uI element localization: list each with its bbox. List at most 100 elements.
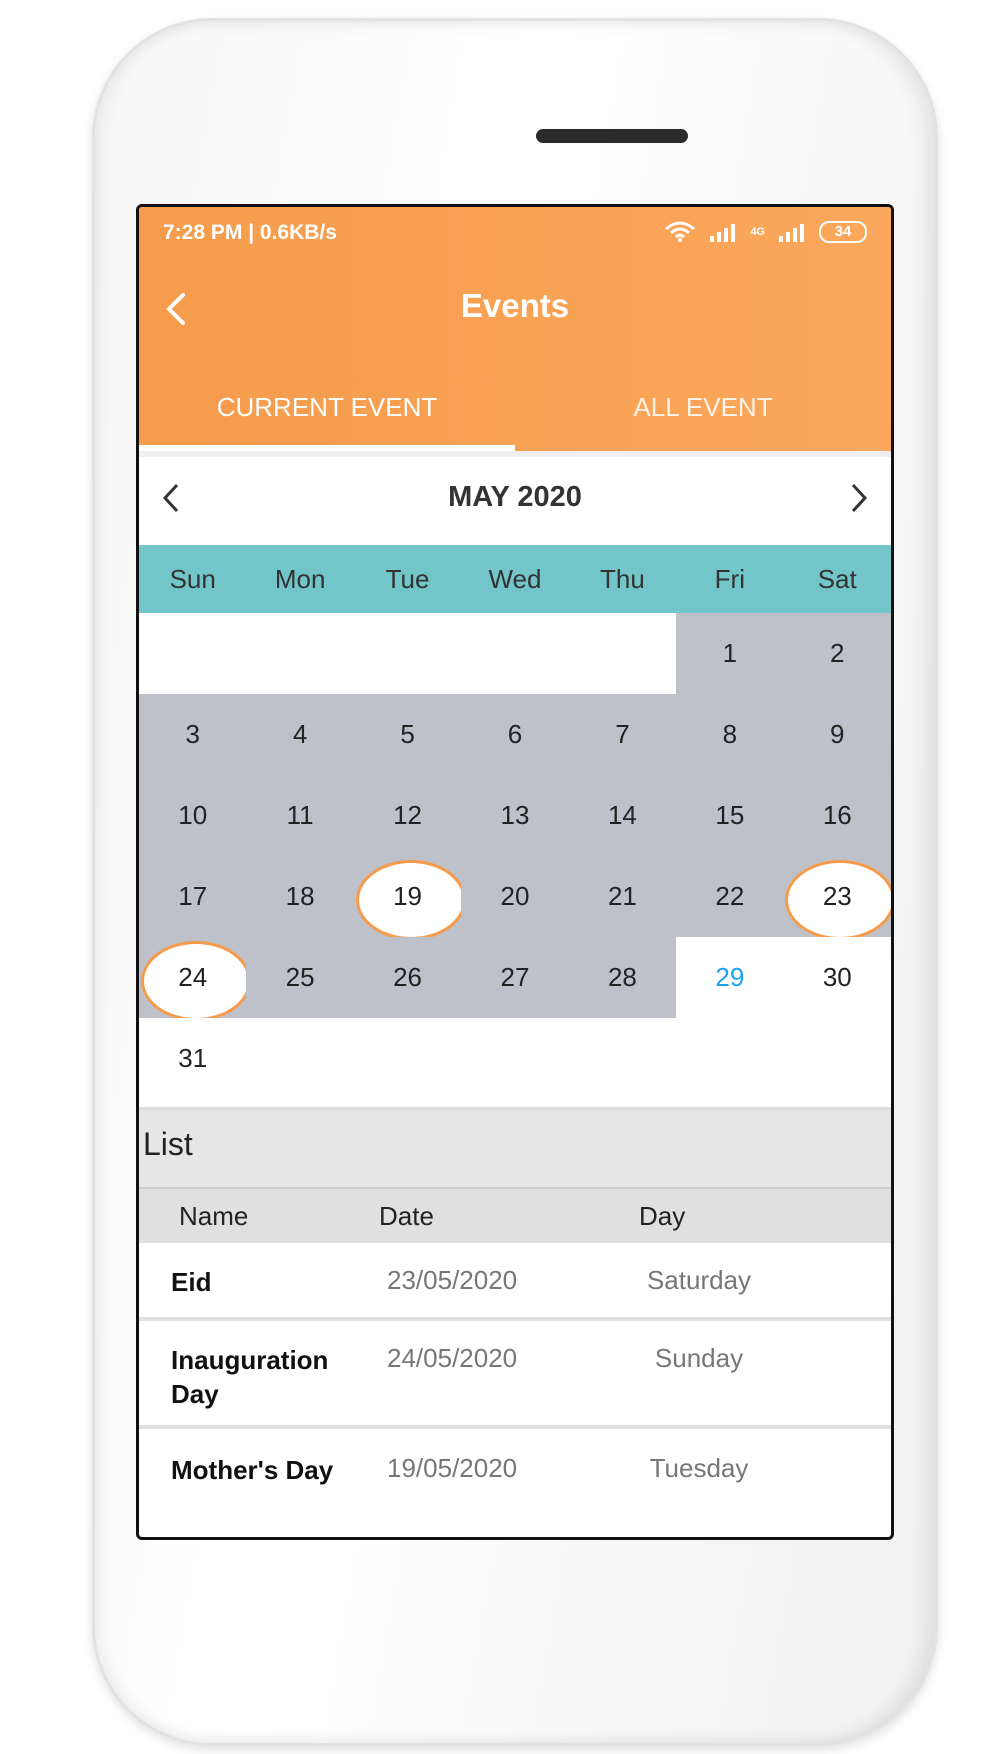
calendar-day-number: 4 — [292, 719, 308, 749]
calendar-day-number: 19 — [393, 881, 423, 911]
calendar-day[interactable]: 30 — [783, 937, 891, 1018]
calendar-day-number: 20 — [500, 881, 530, 911]
calendar-day[interactable]: 1 — [676, 613, 784, 694]
status-bar: 7:28 PM | 0.6KB/s 4G 34 — [163, 221, 867, 251]
calendar-day-number: 3 — [185, 719, 200, 749]
signal-4g-icon — [779, 224, 804, 242]
calendar-day[interactable]: 18 — [246, 856, 354, 937]
list-title: List — [143, 1126, 193, 1162]
event-date: 24/05/2020 — [387, 1343, 518, 1373]
calendar-day[interactable]: 12 — [353, 775, 462, 856]
weekday-label: Wed — [488, 564, 542, 594]
calendar-day-number: 10 — [178, 800, 208, 830]
calendar-day[interactable]: 22 — [676, 856, 784, 937]
calendar-day[interactable]: 26 — [353, 937, 462, 1018]
weekday-label: Fri — [714, 564, 745, 594]
calendar-day-number: 6 — [507, 719, 523, 749]
calendar-day-empty — [461, 613, 569, 694]
event-name: Mother's Day — [171, 1455, 334, 1485]
calendar-day-number: 7 — [615, 719, 630, 749]
calendar-day-empty — [246, 1018, 354, 1099]
calendar-day-empty — [139, 613, 247, 694]
calendar-day-number: 16 — [822, 800, 852, 830]
network-type-label: 4G — [750, 226, 765, 238]
signal-icon — [710, 224, 736, 242]
calendar-day-number: 24 — [178, 962, 208, 992]
calendar-grid: 1 2 3 4 5 6 7 8 9 10 11 12 13 14 15 16 17 18 19 20 21 22 23 24 2… — [139, 613, 891, 1103]
calendar-day[interactable]: 13 — [461, 775, 569, 856]
calendar-day-empty — [353, 613, 462, 694]
calendar-day[interactable]: 31 — [139, 1018, 247, 1099]
calendar-day-number: 9 — [830, 719, 845, 749]
calendar-day[interactable]: 10 — [139, 775, 247, 856]
calendar-day-number: 27 — [500, 962, 530, 992]
calendar-day-number: 14 — [607, 800, 637, 830]
calendar-day[interactable]: 3 — [139, 694, 247, 775]
app-screen: 7:28 PM | 0.6KB/s 4G 34 Events CURRENT E… — [136, 204, 894, 1540]
phone-speaker — [536, 129, 688, 143]
calendar-day-number: 26 — [393, 962, 423, 992]
month-label: MAY 2020 — [448, 481, 582, 513]
column-date-header: Date — [379, 1201, 434, 1231]
event-name: Eid — [171, 1267, 212, 1297]
column-name-header: Name — [179, 1201, 249, 1231]
calendar-day-event[interactable]: 24 — [139, 937, 252, 1021]
calendar-day[interactable]: 9 — [783, 694, 891, 775]
calendar-day-number: 25 — [285, 962, 315, 992]
calendar-day-number: 23 — [822, 881, 852, 911]
event-row[interactable]: Eid 23/05/2020 Saturday — [139, 1243, 891, 1321]
calendar-day[interactable]: 11 — [246, 775, 354, 856]
calendar-day[interactable]: 8 — [676, 694, 784, 775]
status-time: 7:28 PM | 0.6KB/s — [163, 221, 337, 244]
calendar-day[interactable]: 27 — [461, 937, 569, 1018]
calendar-day[interactable]: 6 — [461, 694, 569, 775]
tab-current-event[interactable]: CURRENT EVENT — [139, 377, 515, 451]
calendar-day-number: 13 — [500, 800, 530, 830]
status-icons: 4G 34 — [664, 221, 867, 243]
app-header: 7:28 PM | 0.6KB/s 4G 34 Events CURRENT E… — [139, 207, 891, 451]
calendar-day[interactable]: 14 — [568, 775, 677, 856]
weekday-label: Tue — [385, 564, 430, 594]
list-column-header: Name Date Day — [139, 1187, 891, 1243]
calendar-day[interactable]: 15 — [676, 775, 784, 856]
weekday-header: Sun Mon Tue Wed Thu Fri Sat — [139, 545, 891, 613]
calendar-day[interactable]: 21 — [568, 856, 677, 937]
calendar-day[interactable]: 25 — [246, 937, 354, 1018]
calendar-day[interactable]: 29 — [676, 937, 784, 1018]
tab-all-event[interactable]: ALL EVENT — [515, 377, 891, 451]
calendar-day-number: 29 — [715, 962, 745, 992]
calendar-day[interactable]: 20 — [461, 856, 569, 937]
calendar-day[interactable]: 2 — [783, 613, 891, 694]
calendar-day-event[interactable]: 19 — [353, 856, 467, 940]
event-day: Tuesday — [649, 1453, 749, 1483]
event-day: Saturday — [646, 1265, 752, 1295]
weekday-label: Thu — [599, 564, 645, 594]
calendar-day[interactable]: 28 — [568, 937, 677, 1018]
calendar-day-number: 8 — [722, 719, 738, 749]
calendar-day[interactable]: 7 — [568, 694, 677, 775]
calendar-day-event[interactable]: 23 — [783, 856, 891, 940]
event-date: 19/05/2020 — [387, 1453, 518, 1483]
column-day-header: Day — [639, 1201, 686, 1231]
next-month-chevron-icon[interactable] — [847, 481, 871, 515]
calendar-day[interactable]: 4 — [246, 694, 354, 775]
month-navigator: MAY 2020 — [139, 451, 891, 539]
calendar-day-number: 1 — [722, 638, 738, 668]
page-title: Events — [460, 287, 570, 324]
calendar-day[interactable]: 5 — [353, 694, 462, 775]
calendar-day-empty — [461, 1018, 569, 1099]
calendar-day-number: 30 — [822, 962, 852, 992]
calendar-day[interactable]: 17 — [139, 856, 247, 937]
event-row[interactable]: Inauguration Day 24/05/2020 Sunday — [139, 1321, 891, 1429]
tab-bar: CURRENT EVENT ALL EVENT — [139, 377, 891, 451]
calendar-day-number: 22 — [715, 881, 745, 911]
calendar-day-number: 28 — [607, 962, 637, 992]
calendar-day-empty — [676, 1018, 784, 1099]
weekday-label: Mon — [274, 564, 326, 594]
calendar-day[interactable]: 16 — [783, 775, 891, 856]
calendar-day-number: 18 — [285, 881, 315, 911]
calendar-day-empty — [783, 1018, 891, 1099]
weekday-label: Sun — [169, 564, 216, 594]
event-row[interactable]: Mother's Day 19/05/2020 Tuesday — [139, 1429, 891, 1511]
wifi-icon — [665, 221, 696, 242]
